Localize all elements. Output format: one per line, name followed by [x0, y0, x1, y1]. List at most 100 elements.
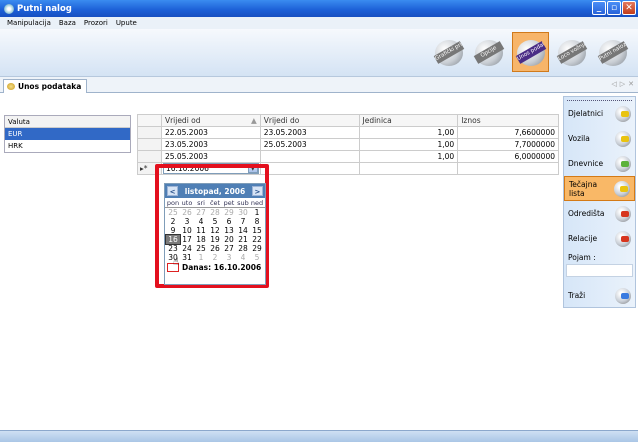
toolbar-putni-nalozi-button[interactable]: Putni nalozi	[594, 32, 631, 72]
minimize-button[interactable]: _	[592, 1, 606, 15]
calendar-today-button[interactable]: Danas: 16.10.2006	[165, 262, 265, 273]
toolbar-loco-voznja-button[interactable]: Loco vožnja	[553, 32, 590, 72]
cell-jedinica[interactable]	[358, 162, 459, 175]
calendar-day[interactable]: 26	[208, 244, 222, 253]
toolbar-graficki-prikaz-button[interactable]: Grafički prikaz	[430, 32, 467, 72]
tab-prev-icon[interactable]: ◁	[611, 80, 616, 88]
cell-vrijedi-od[interactable]: 22.05.2003	[160, 126, 261, 139]
calendar-day-selected[interactable]: 16	[165, 234, 181, 245]
maximize-button[interactable]: ▫	[607, 1, 621, 15]
cell-iznos[interactable]: 7,6600000	[457, 126, 559, 139]
calendar-day[interactable]: 10	[180, 226, 194, 235]
sidebar-item-odredista[interactable]: Odredišta	[564, 201, 635, 226]
toolbar-unos-podataka-button[interactable]: Unos podataka	[512, 32, 549, 72]
calendar-day[interactable]: 25	[194, 244, 208, 253]
menu-prozori[interactable]: Prozori	[84, 19, 108, 27]
sidebar-item-relacije[interactable]: Relacije	[564, 226, 635, 251]
calendar-day[interactable]: 7	[236, 217, 250, 226]
calendar-day[interactable]: 29	[250, 244, 264, 253]
calendar-day[interactable]: 27	[222, 244, 236, 253]
calendar-day[interactable]: 8	[250, 217, 264, 226]
calendar-day[interactable]: 23	[166, 244, 180, 253]
calendar-day[interactable]: 22	[250, 235, 264, 244]
calendar-day[interactable]: 19	[208, 235, 222, 244]
calendar-day[interactable]: 18	[194, 235, 208, 244]
calendar-day[interactable]: 31	[180, 253, 194, 262]
table-row[interactable]: 23.05.2003 25.05.2003 1,00 7,7000000	[137, 138, 559, 151]
calendar-day[interactable]: 20	[222, 235, 236, 244]
column-header-jedinica[interactable]: Jedinica	[358, 114, 459, 127]
calendar-day[interactable]: 3	[222, 253, 236, 262]
calendar-month-label[interactable]: listopad, 2006	[185, 187, 245, 196]
sidebar-item-dnevnice[interactable]: Dnevnice	[564, 151, 635, 176]
calendar-day[interactable]: 25	[166, 208, 180, 217]
pojam-input[interactable]	[566, 264, 633, 277]
trazi-button[interactable]: Traži	[564, 283, 635, 308]
calendar-day[interactable]: 28	[208, 208, 222, 217]
cell-iznos[interactable]: 7,7000000	[457, 138, 559, 151]
calendar-day[interactable]: 2	[208, 253, 222, 262]
calendar-day[interactable]: 6	[222, 217, 236, 226]
calendar-day[interactable]: 28	[236, 244, 250, 253]
column-header-vrijedi-do[interactable]: Vrijedi do	[259, 114, 360, 127]
column-header-iznos[interactable]: Iznos	[457, 114, 559, 127]
prev-month-button[interactable]: <	[167, 186, 178, 196]
table-row[interactable]: 25.05.2003 1,00 6,0000000	[137, 150, 559, 163]
sidebar-item-tecajna-lista[interactable]: Tečajna lista	[564, 176, 635, 201]
tab-close-icon[interactable]: ✕	[628, 80, 634, 88]
cell-iznos[interactable]: 6,0000000	[457, 150, 559, 163]
calendar-day[interactable]: 21	[236, 235, 250, 244]
valuta-row[interactable]: HRK	[5, 140, 130, 152]
calendar-day[interactable]: 4	[194, 217, 208, 226]
sidebar-item-djelatnici[interactable]: Djelatnici	[564, 101, 635, 126]
calendar-day[interactable]: 17	[180, 235, 194, 244]
calendar-day[interactable]: 2	[166, 217, 180, 226]
calendar-day[interactable]: 29	[222, 208, 236, 217]
calendar-day[interactable]: 4	[236, 253, 250, 262]
cell-vrijedi-do[interactable]: 25.05.2003	[259, 138, 360, 151]
calendar-day[interactable]: 5	[208, 217, 222, 226]
calendar-day-grid: 25 26 27 28 29 30 1 2 3 4 5 6 7 8 9 10 11 12 13 14 15 16 17 18 1…	[165, 208, 265, 262]
calendar-day[interactable]: 14	[236, 226, 250, 235]
valuta-row[interactable]: EUR	[5, 128, 130, 140]
cell-jedinica[interactable]: 1,00	[358, 138, 459, 151]
calendar-day[interactable]: 15	[250, 226, 264, 235]
menu-manipulacija[interactable]: Manipulacija	[7, 19, 51, 27]
tab-unos-podataka[interactable]: Unos podataka	[3, 79, 88, 93]
row-indicator[interactable]	[137, 126, 162, 139]
calendar-day[interactable]: 27	[194, 208, 208, 217]
calendar-day[interactable]: 5	[250, 253, 264, 262]
next-month-button[interactable]: >	[251, 186, 263, 196]
menu-baza[interactable]: Baza	[59, 19, 76, 27]
cell-vrijedi-do[interactable]	[259, 150, 360, 163]
calendar-day[interactable]: 3	[180, 217, 194, 226]
toolbar-opcije-button[interactable]: Opcije	[470, 32, 507, 72]
calendar-day[interactable]: 24	[180, 244, 194, 253]
search-disc-icon	[615, 287, 631, 304]
cell-jedinica[interactable]: 1,00	[358, 150, 459, 163]
calendar-day[interactable]: 11	[194, 226, 208, 235]
calendar-day[interactable]: 13	[222, 226, 236, 235]
close-button[interactable]: ✕	[622, 1, 636, 15]
cell-vrijedi-do[interactable]: 23.05.2003	[259, 126, 360, 139]
calendar-day[interactable]: 26	[180, 208, 194, 217]
cell-vrijedi-do[interactable]	[259, 162, 360, 175]
row-indicator[interactable]	[137, 138, 162, 151]
calendar-day[interactable]: 30	[236, 208, 250, 217]
table-row[interactable]: 22.05.2003 23.05.2003 1,00 7,6600000	[137, 126, 559, 139]
menu-upute[interactable]: Upute	[116, 19, 137, 27]
calendar-day[interactable]: 1	[250, 208, 264, 217]
cell-vrijedi-od[interactable]: 23.05.2003	[160, 138, 261, 151]
calendar-day[interactable]: 12	[208, 226, 222, 235]
calendar-day[interactable]: 9	[166, 226, 180, 235]
cell-vrijedi-od[interactable]: 25.05.2003	[160, 150, 261, 163]
calendar-day[interactable]: 1	[194, 253, 208, 262]
calendar-popup: < listopad, 2006 > pon uto sri čet pet s…	[164, 183, 266, 285]
tab-next-icon[interactable]: ▷	[620, 80, 625, 88]
row-indicator[interactable]	[137, 150, 162, 163]
column-header-vrijedi-od[interactable]: Vrijedi od ▲	[160, 114, 261, 127]
sidebar-item-vozila[interactable]: Vozila	[564, 126, 635, 151]
mouse-cursor-icon: ☝	[173, 257, 180, 268]
cell-iznos[interactable]	[457, 162, 559, 175]
cell-jedinica[interactable]: 1,00	[358, 126, 459, 139]
